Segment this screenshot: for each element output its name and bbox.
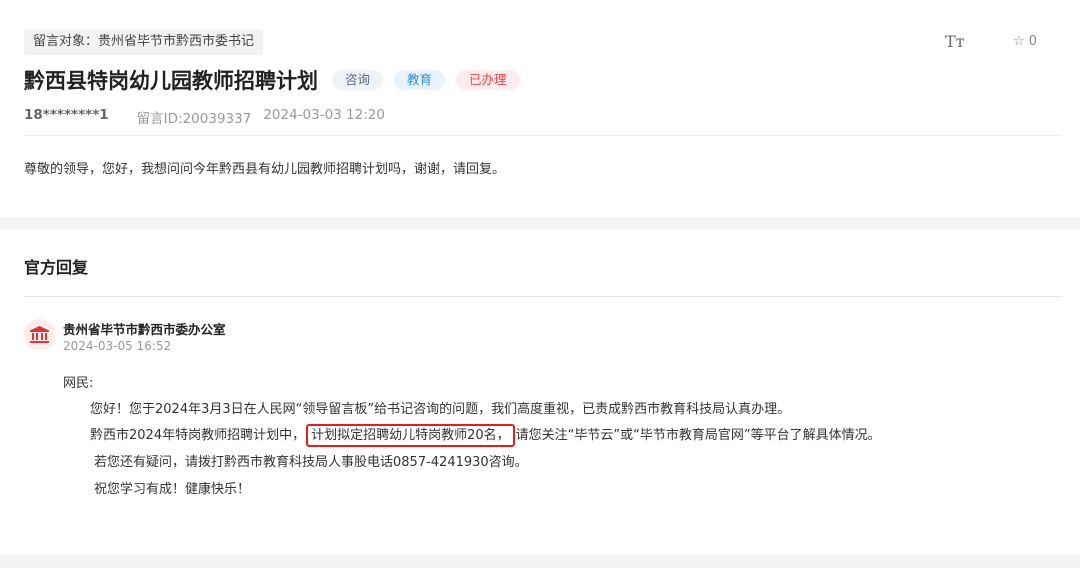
tag-consult: 咨询 <box>332 70 384 90</box>
message-meta: 18********1 留言ID:20039337 2024-03-03 12:… <box>24 107 385 127</box>
reply-datetime: 2024-03-05 16:52 <box>63 339 172 353</box>
tag-education: 教育 <box>394 70 446 90</box>
reply-text: 请您关注“毕节云”或“毕节市教育局官网”等平台了解具体情况。 <box>515 428 881 443</box>
title-row: 黔西县特岗幼儿园教师招聘计划 咨询 教育 已办理 <box>24 64 531 96</box>
divider <box>24 135 1061 136</box>
highlighted-text: 计划拟定招聘幼儿特岗教师20名， <box>306 424 515 447</box>
reply-paragraph: 若您还有疑问，请拨打黔西市教育科技局人事股电话0857-4241930咨询。 <box>94 455 528 470</box>
message-card: 留言对象：贵州省毕节市黔西市委书记 Tт ☆ 0 黔西县特岗幼儿园教师招聘计划 … <box>0 0 1080 217</box>
message-content: 尊敬的领导，您好，我想问问今年黔西县有幼儿园教师招聘计划吗，谢谢，请回复。 <box>24 162 506 177</box>
reply-paragraph: 您好！您于2024年3月3日在人民网“领导留言板”给书记咨询的问题，我们高度重视… <box>90 402 791 417</box>
government-building-icon <box>24 319 55 350</box>
message-target-chip: 留言对象：贵州省毕节市黔西市委书记 <box>24 29 264 55</box>
reply-text: 黔西市2024年特岗教师招聘计划中， <box>90 428 306 443</box>
divider <box>24 296 1061 297</box>
message-datetime: 2024-03-03 12:20 <box>263 107 385 123</box>
reply-card <box>0 229 1080 555</box>
reply-org-name: 贵州省毕节市黔西市委办公室 <box>63 322 226 337</box>
message-user: 18********1 <box>24 107 109 123</box>
page-title: 黔西县特岗幼儿园教师招聘计划 <box>24 69 318 93</box>
reply-paragraph: 黔西市2024年特岗教师招聘计划中， 计划拟定招聘幼儿特岗教师20名， 请您关注“毕… <box>90 424 881 447</box>
message-id: 留言ID:20039337 <box>136 111 252 127</box>
reply-paragraph: 祝您学习有成！健康快乐！ <box>94 482 251 497</box>
font-size-icon[interactable]: Tт <box>945 32 965 51</box>
reply-heading: 官方回复 <box>24 258 89 277</box>
status-badge: 已办理 <box>456 70 520 90</box>
favorite-button[interactable]: ☆ 0 <box>1013 34 1037 49</box>
reply-greeting: 网民: <box>63 376 94 391</box>
